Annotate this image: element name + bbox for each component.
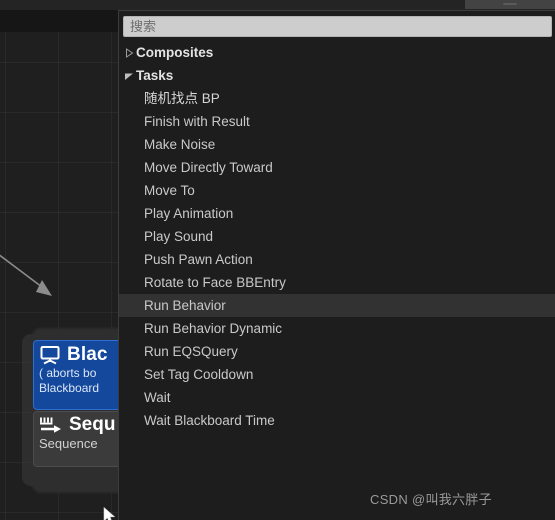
tree-item[interactable]: Play Sound (119, 225, 555, 248)
tree-item[interactable]: Wait Blackboard Time (119, 409, 555, 432)
tree-item[interactable]: Make Noise (119, 133, 555, 156)
tree-group-label: Tasks (136, 68, 174, 83)
search-input[interactable] (123, 16, 552, 37)
tree-item[interactable]: Wait (119, 386, 555, 409)
search-row (119, 11, 555, 41)
node-category-tree[interactable]: Composites Tasks 随机找点 BP Finish with Result… (119, 41, 555, 432)
tree-item[interactable]: Move To (119, 179, 555, 202)
triangle-right-icon[interactable] (122, 47, 136, 58)
tree-group-tasks[interactable]: Tasks (119, 64, 555, 87)
editor-toolbar-strip (0, 0, 555, 10)
mouse-cursor-icon (103, 507, 116, 520)
tree-item[interactable]: Play Animation (119, 202, 555, 225)
csdn-watermark: CSDN @叫我六胖子 (370, 492, 492, 507)
blackboard-icon (40, 346, 60, 365)
tree-item[interactable]: Set Tag Cooldown (119, 363, 555, 386)
node-picker-popup[interactable]: Composites Tasks 随机找点 BPFinish with Result… (118, 10, 555, 520)
tree-item[interactable]: Run Behavior Dynamic (119, 317, 555, 340)
triangle-down-icon[interactable] (122, 71, 136, 81)
sequence-node-title: Sequ (69, 414, 116, 435)
tree-item[interactable]: Finish with Result (119, 110, 555, 133)
tree-item[interactable]: 随机找点 BP (119, 87, 555, 110)
toolbar-right-segment[interactable] (465, 0, 555, 9)
sequence-arrow-icon (40, 417, 61, 433)
tree-item[interactable]: Run EQSQuery (119, 340, 555, 363)
blackboard-node-title: Blac (67, 344, 108, 365)
tree-item[interactable]: Push Pawn Action (119, 248, 555, 271)
tree-group-label: Composites (136, 45, 214, 60)
tree-item[interactable]: Run Behavior (119, 294, 555, 317)
tree-group-composites[interactable]: Composites (119, 41, 555, 64)
tree-item[interactable]: Move Directly Toward (119, 156, 555, 179)
tree-item[interactable]: Rotate to Face BBEntry (119, 271, 555, 294)
graph-connector-arrow-icon (0, 254, 52, 296)
